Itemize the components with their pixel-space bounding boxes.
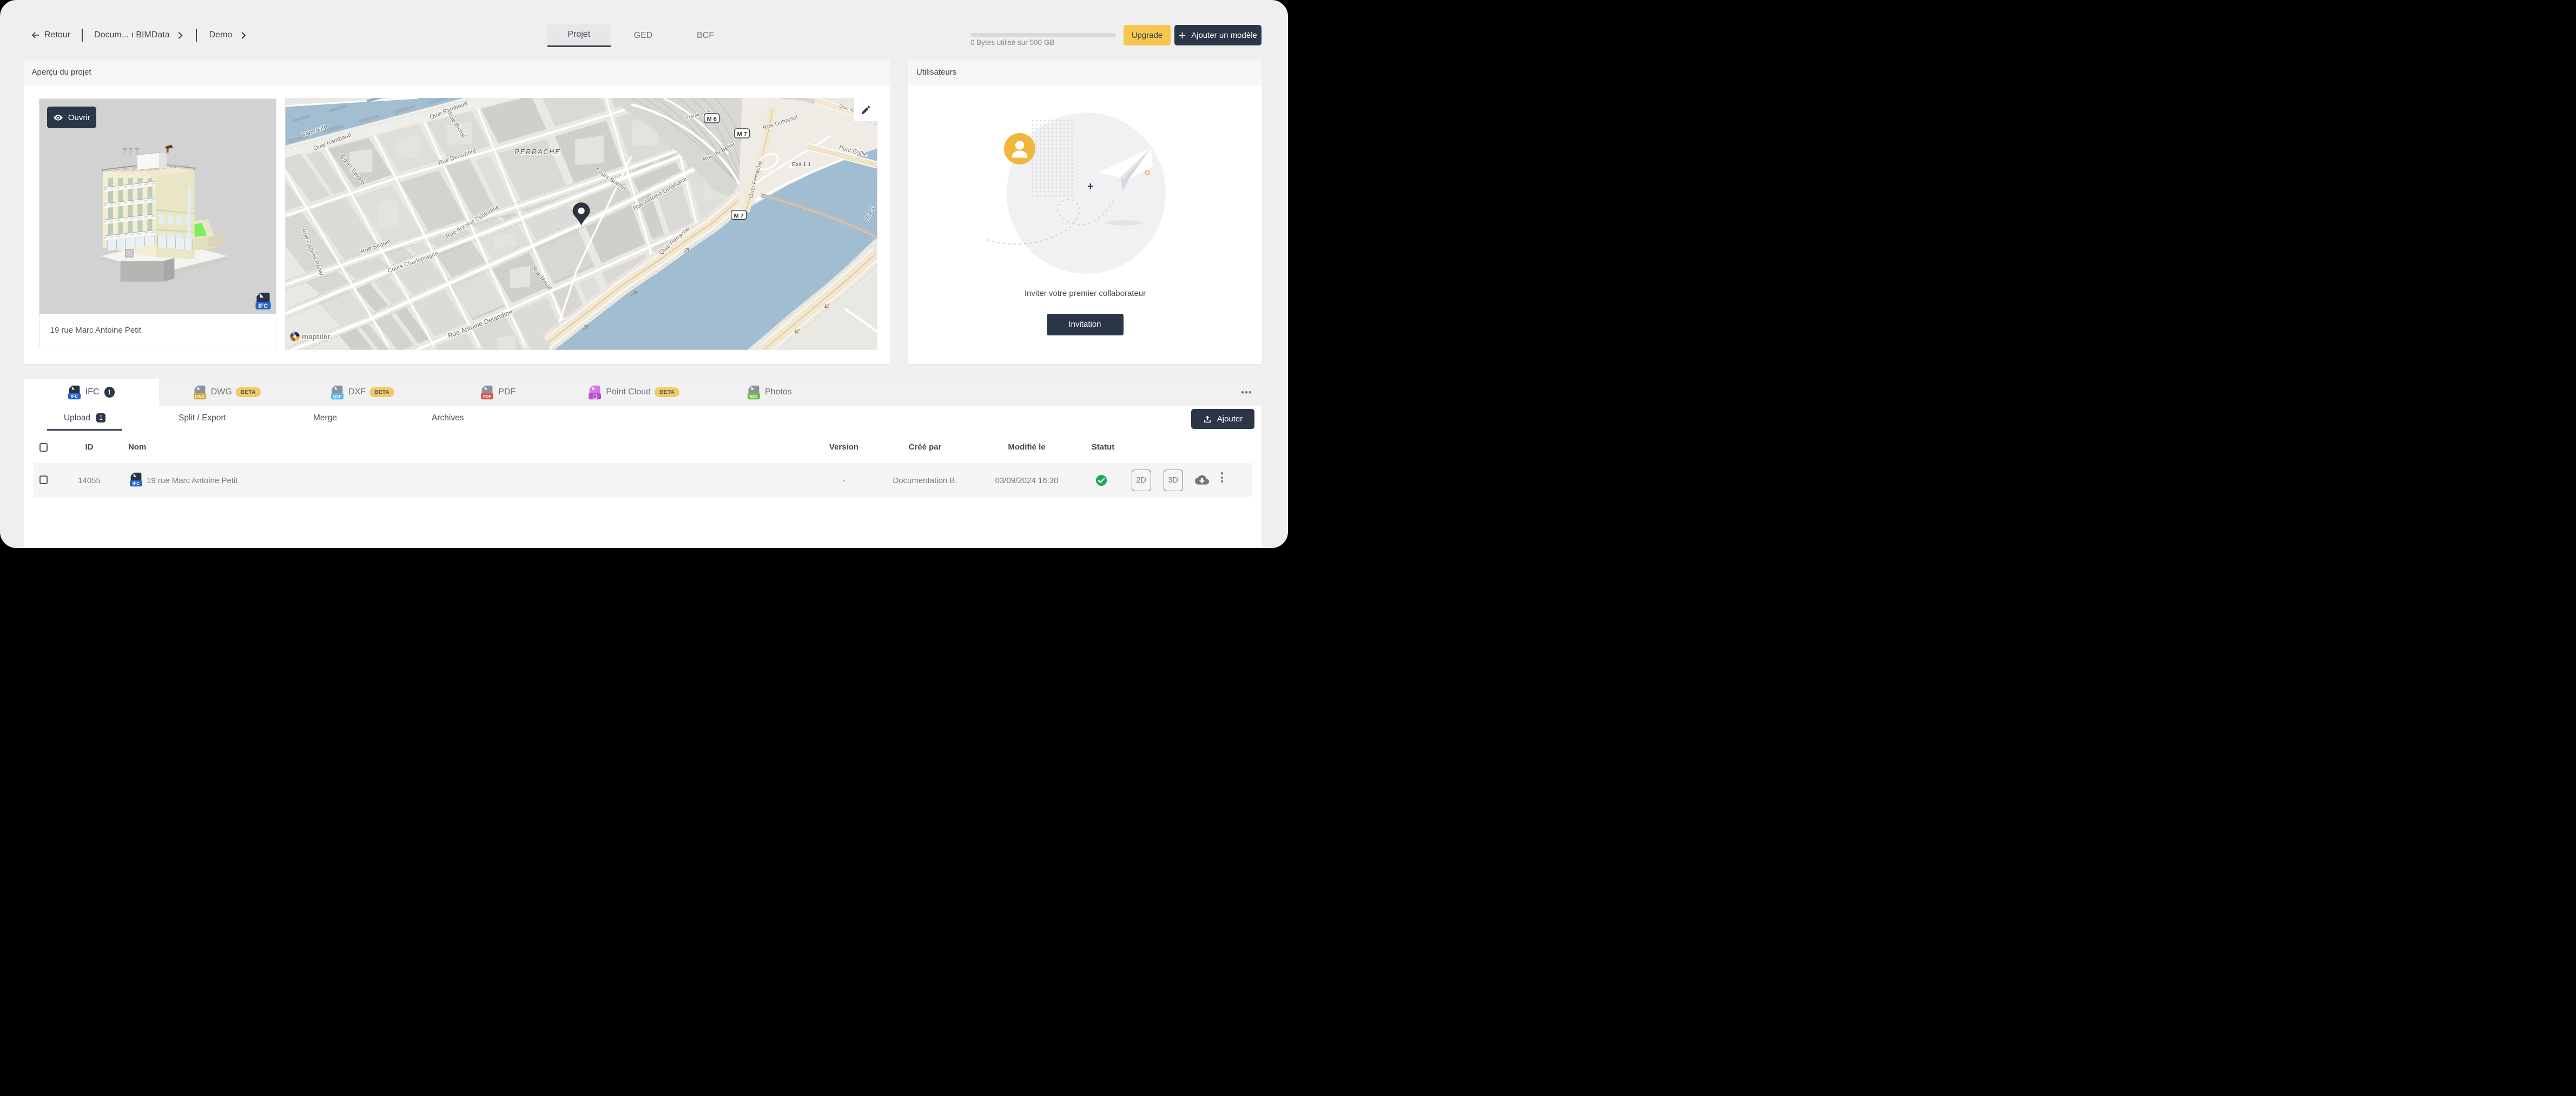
svg-text:⬚: ⬚ xyxy=(593,393,598,399)
svg-text:M 7: M 7 xyxy=(737,131,747,137)
svg-text:DWG: DWG xyxy=(195,394,204,399)
svg-text:Exit 1.1: Exit 1.1 xyxy=(792,162,811,168)
svg-text:IMG: IMG xyxy=(750,394,758,399)
svg-text:M 7: M 7 xyxy=(734,213,744,219)
svg-text:PERRACHE: PERRACHE xyxy=(514,148,560,156)
svg-text:DXF: DXF xyxy=(333,394,342,399)
svg-text:maptiler: maptiler xyxy=(302,333,331,341)
svg-text:IFC: IFC xyxy=(258,302,268,309)
svg-text:M 6: M 6 xyxy=(707,116,717,122)
svg-text:IFC: IFC xyxy=(132,481,139,486)
svg-text:PDF: PDF xyxy=(483,394,492,399)
svg-text:IFC: IFC xyxy=(71,394,78,399)
